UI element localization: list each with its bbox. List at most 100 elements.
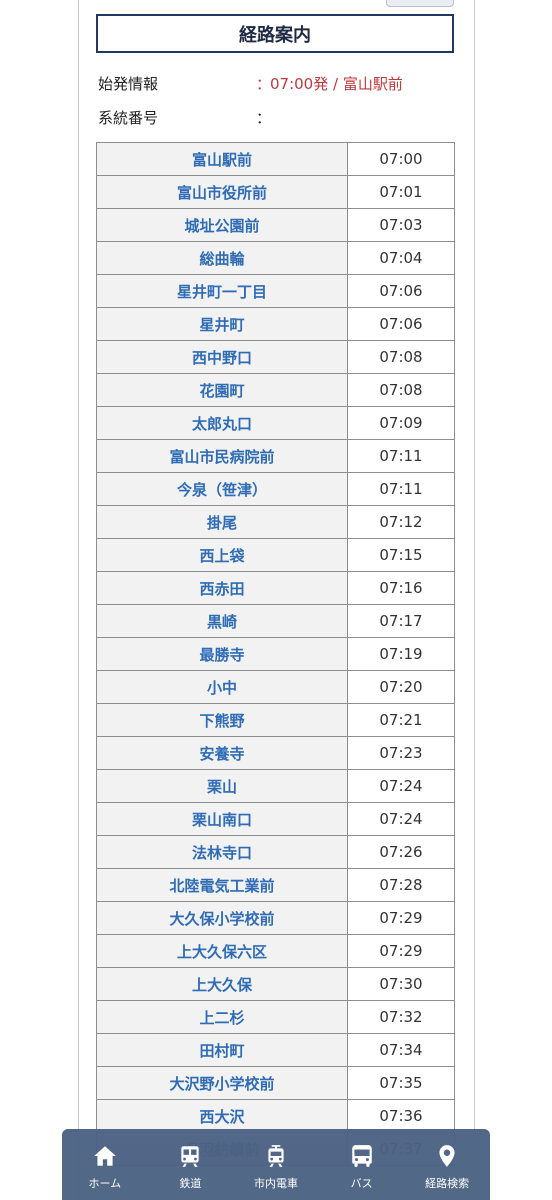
stop-name-link[interactable]: 田村町 [96, 1033, 348, 1067]
page-title: 経路案内 [96, 14, 454, 53]
route-number-colon: ： [256, 109, 272, 127]
stop-time: 07:11 [347, 439, 455, 473]
stop-name-link[interactable]: 星井町一丁目 [96, 274, 348, 308]
stop-time: 07:23 [347, 736, 455, 770]
stop-name-link[interactable]: 黒崎 [96, 604, 348, 638]
nav-bus-label: バス [350, 1177, 373, 1190]
stop-time: 07:20 [347, 670, 455, 704]
table-row: 西赤田 07:16 [96, 571, 455, 605]
train-icon [181, 1146, 200, 1167]
stop-name-link[interactable]: 大久保小学校前 [96, 901, 348, 935]
stop-time: 07:15 [347, 538, 455, 572]
stop-time: 07:21 [347, 703, 455, 737]
stop-name-link[interactable]: 富山市民病院前 [96, 439, 348, 473]
table-row: 今泉（笹津） 07:11 [96, 472, 455, 506]
page-title-text: 経路案内 [239, 24, 311, 46]
stop-name-link[interactable]: 西大沢 [96, 1099, 348, 1133]
stop-name-link[interactable]: 最勝寺 [96, 637, 348, 671]
table-row: 掛尾 07:12 [96, 505, 455, 539]
table-row: 富山市民病院前 07:11 [96, 439, 455, 473]
stop-name-link[interactable]: 今泉（笹津） [96, 472, 348, 506]
stop-name-link[interactable]: 上大久保 [96, 967, 348, 1001]
table-row: 栗山南口 07:24 [96, 802, 455, 836]
route-number-label: 系統番号 [98, 109, 159, 127]
table-row: 安養寺 07:23 [96, 736, 455, 770]
departure-value: 07:00発 / 富山駅前 [270, 75, 403, 93]
stop-name-link[interactable]: 西赤田 [96, 571, 348, 605]
table-row: 田村町 07:34 [96, 1033, 455, 1067]
stop-time: 07:36 [347, 1099, 455, 1133]
location-pin-icon [439, 1145, 455, 1167]
nav-route-search[interactable]: 経路検索 [404, 1129, 490, 1200]
table-row: 上二杉 07:32 [96, 1000, 455, 1034]
stop-name-link[interactable]: 栗山 [96, 769, 348, 803]
departure-label: 始発情報 [98, 75, 159, 93]
stop-time: 07:24 [347, 769, 455, 803]
stop-time: 07:11 [347, 472, 455, 506]
left-border-line [78, 0, 79, 1200]
table-row: 大沢野小学校前 07:35 [96, 1066, 455, 1100]
stop-time: 07:01 [347, 175, 455, 209]
nav-tram-label: 市内電車 [253, 1177, 298, 1190]
stop-time: 07:06 [347, 307, 455, 341]
stop-name-link[interactable]: 上二杉 [96, 1000, 348, 1034]
stop-name-link[interactable]: 総曲輪 [96, 241, 348, 275]
stop-name-link[interactable]: 掛尾 [96, 505, 348, 539]
stop-name-link[interactable]: 北陸電気工業前 [96, 868, 348, 902]
table-row: 花園町 07:08 [96, 373, 455, 407]
stop-time: 07:06 [347, 274, 455, 308]
stop-time: 07:28 [347, 868, 455, 902]
home-icon [93, 1146, 116, 1166]
stop-name-link[interactable]: 大沢野小学校前 [96, 1066, 348, 1100]
table-row: 富山駅前 07:00 [96, 142, 455, 176]
table-row: 総曲輪 07:04 [96, 241, 455, 275]
nav-home[interactable]: ホーム [62, 1129, 148, 1200]
stop-name-link[interactable]: 西中野口 [96, 340, 348, 374]
tram-icon [268, 1145, 284, 1167]
table-row: 太郎丸口 07:09 [96, 406, 455, 440]
stop-name-link[interactable]: 栗山南口 [96, 802, 348, 836]
top-badge [386, 0, 454, 7]
stop-name-link[interactable]: 花園町 [96, 373, 348, 407]
table-row: 城址公園前 07:03 [96, 208, 455, 242]
stop-timetable: 富山駅前 07:00 富山市役所前 07:01 城址公園前 07:03 総曲輪 07:04 星井… [96, 142, 455, 1166]
nav-route-search-label: 経路検索 [425, 1177, 470, 1190]
stop-name-link[interactable]: 安養寺 [96, 736, 348, 770]
stop-name-link[interactable]: 西上袋 [96, 538, 348, 572]
table-row: 西大沢 07:36 [96, 1099, 455, 1133]
stop-name-link[interactable]: 上大久保六区 [96, 934, 348, 968]
stop-time: 07:19 [347, 637, 455, 671]
bus-icon [351, 1145, 372, 1167]
stop-name-link[interactable]: 太郎丸口 [96, 406, 348, 440]
stop-name-link[interactable]: 富山市役所前 [96, 175, 348, 209]
table-row: 黒崎 07:17 [96, 604, 455, 638]
table-row: 星井町一丁目 07:06 [96, 274, 455, 308]
table-row: 栗山 07:24 [96, 769, 455, 803]
table-row: 上大久保 07:30 [96, 967, 455, 1001]
stop-time: 07:24 [347, 802, 455, 836]
right-border-line [474, 0, 475, 1200]
table-row: 西中野口 07:08 [96, 340, 455, 374]
table-row: 星井町 07:06 [96, 307, 455, 341]
stop-name-link[interactable]: 富山駅前 [96, 142, 348, 176]
nav-railway[interactable]: 鉄道 [148, 1129, 234, 1200]
stop-name-link[interactable]: 星井町 [96, 307, 348, 341]
stop-name-link[interactable]: 城址公園前 [96, 208, 348, 242]
stop-name-link[interactable]: 法林寺口 [96, 835, 348, 869]
nav-tram[interactable]: 市内電車 [233, 1129, 319, 1200]
table-row: 上大久保六区 07:29 [96, 934, 455, 968]
stop-time: 07:04 [347, 241, 455, 275]
stop-time: 07:08 [347, 373, 455, 407]
stop-time: 07:29 [347, 901, 455, 935]
stop-name-link[interactable]: 小中 [96, 670, 348, 704]
table-row: 大久保小学校前 07:29 [96, 901, 455, 935]
table-row: 最勝寺 07:19 [96, 637, 455, 671]
stop-time: 07:26 [347, 835, 455, 869]
stop-name-link[interactable]: 下熊野 [96, 703, 348, 737]
nav-bus[interactable]: バス [319, 1129, 405, 1200]
table-row: 小中 07:20 [96, 670, 455, 704]
nav-railway-label: 鉄道 [179, 1177, 202, 1190]
stop-time: 07:16 [347, 571, 455, 605]
nav-home-label: ホーム [88, 1177, 122, 1190]
bottom-navigation: ホーム 鉄道 市内電車 バス 経路検索 [62, 1129, 490, 1200]
